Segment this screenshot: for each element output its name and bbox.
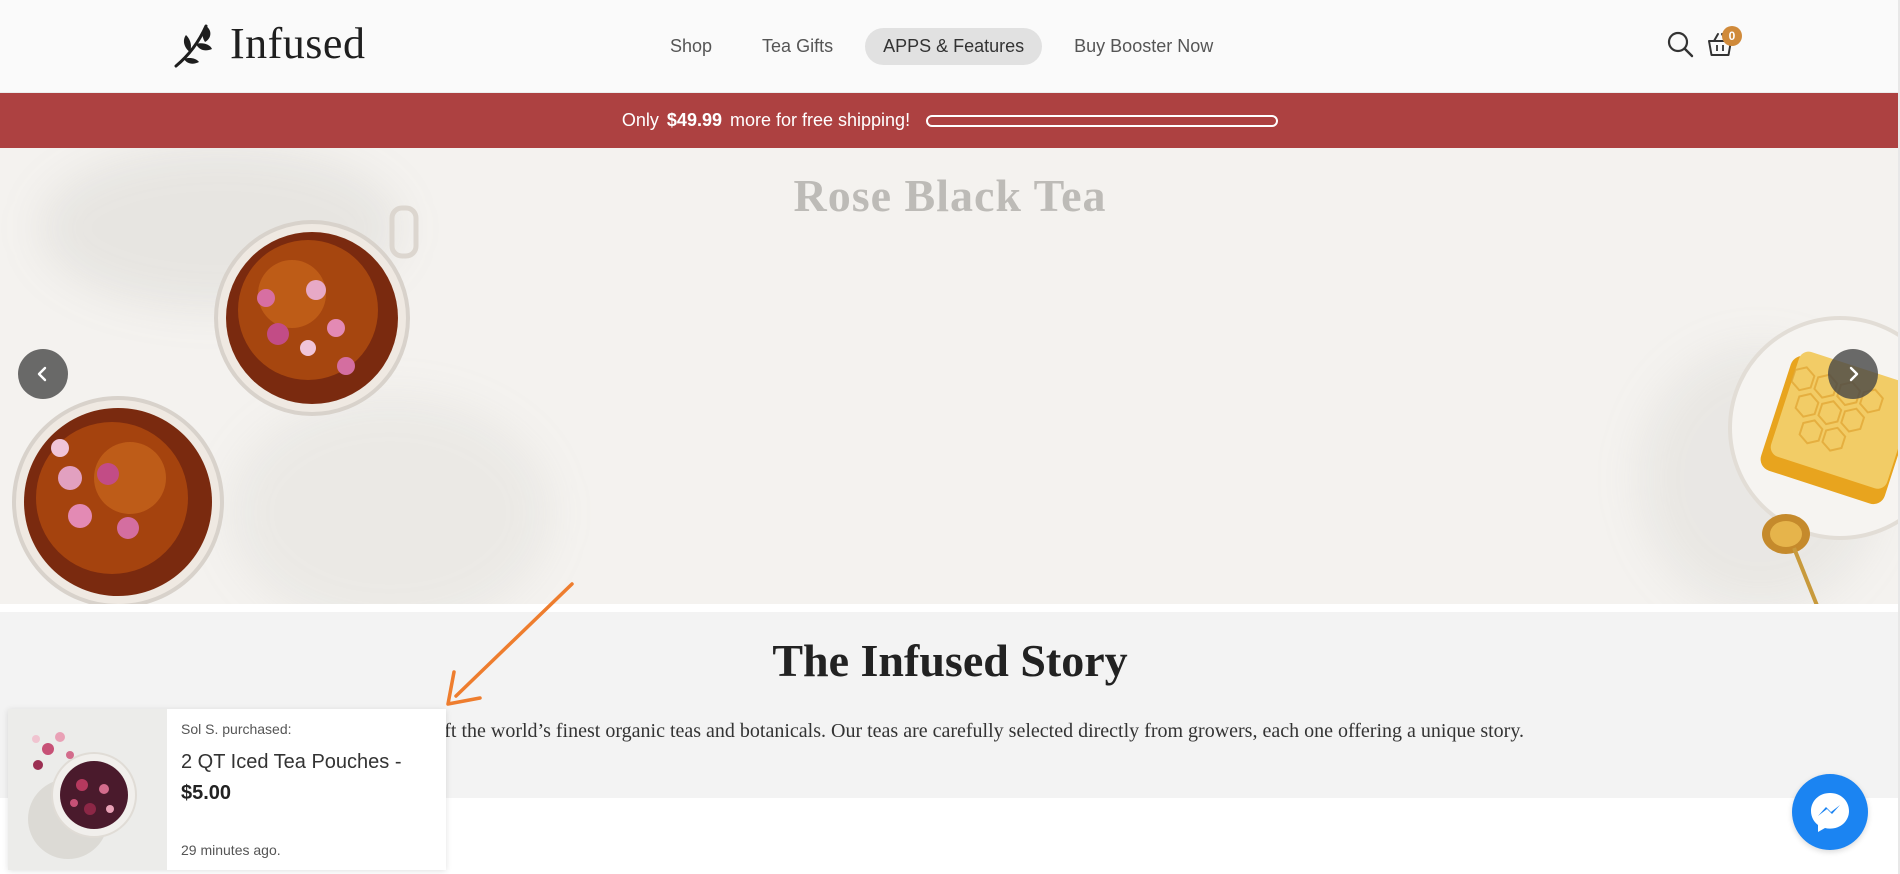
search-icon: [1667, 31, 1694, 58]
recent-purchase-popup[interactable]: Sol S. purchased: 2 QT Iced Tea Pouches …: [8, 709, 446, 870]
brand-name: Infused: [230, 19, 366, 68]
hero-slideshow: Rose Black Tea: [0, 148, 1900, 604]
shipping-progress-bar: [926, 114, 1279, 127]
messenger-icon: [1811, 793, 1849, 832]
site-header: Infused Shop Tea Gifts APPS & Features B…: [0, 0, 1900, 93]
main-nav: Shop Tea Gifts APPS & Features Buy Boost…: [652, 26, 1231, 66]
nav-item-tea-gifts[interactable]: Tea Gifts: [744, 28, 851, 65]
honeycomb-plate-image: [1728, 316, 1900, 604]
popup-price: $5.00: [181, 782, 232, 804]
shipping-prefix: Only: [621, 110, 659, 130]
nav-item-buy-booster-now[interactable]: Buy Booster Now: [1056, 28, 1231, 65]
messenger-chat-button[interactable]: [1792, 774, 1868, 850]
nav-item-shop[interactable]: Shop: [652, 28, 730, 65]
slide-next-button[interactable]: [1828, 349, 1878, 399]
page: Infused Shop Tea Gifts APPS & Features B…: [0, 0, 1900, 874]
brand-logo[interactable]: Infused: [172, 18, 365, 70]
tea-cup-image: [12, 396, 224, 604]
shipping-amount: $49.99: [666, 110, 722, 130]
leaf-branch-icon: [174, 24, 212, 68]
cart-button[interactable]: 0: [1704, 26, 1742, 62]
annotation-arrow: [446, 582, 574, 706]
slide-prev-button[interactable]: [18, 349, 68, 399]
free-shipping-bar: Only $49.99 more for free shipping!: [0, 93, 1900, 148]
popup-body: Sol S. purchased: 2 QT Iced Tea Pouches …: [167, 709, 446, 870]
popup-product-name: 2 QT Iced Tea Pouches -: [181, 751, 402, 773]
chevron-left-icon: [37, 366, 47, 382]
popup-time: 29 minutes ago.: [181, 842, 281, 858]
shipping-suffix: more for free shipping!: [729, 110, 911, 130]
tea-blend-image: [28, 732, 137, 859]
chevron-right-icon: [1849, 366, 1859, 382]
header-icons: 0: [1664, 26, 1742, 62]
popup-buyer: Sol S. purchased:: [181, 721, 292, 737]
nav-item-apps-features[interactable]: APPS & Features: [865, 27, 1043, 65]
cart-count-badge: 0: [1722, 26, 1742, 46]
story-title: The Infused Story: [772, 635, 1128, 686]
search-button[interactable]: [1664, 26, 1696, 62]
product-thumbnail: [8, 709, 167, 870]
